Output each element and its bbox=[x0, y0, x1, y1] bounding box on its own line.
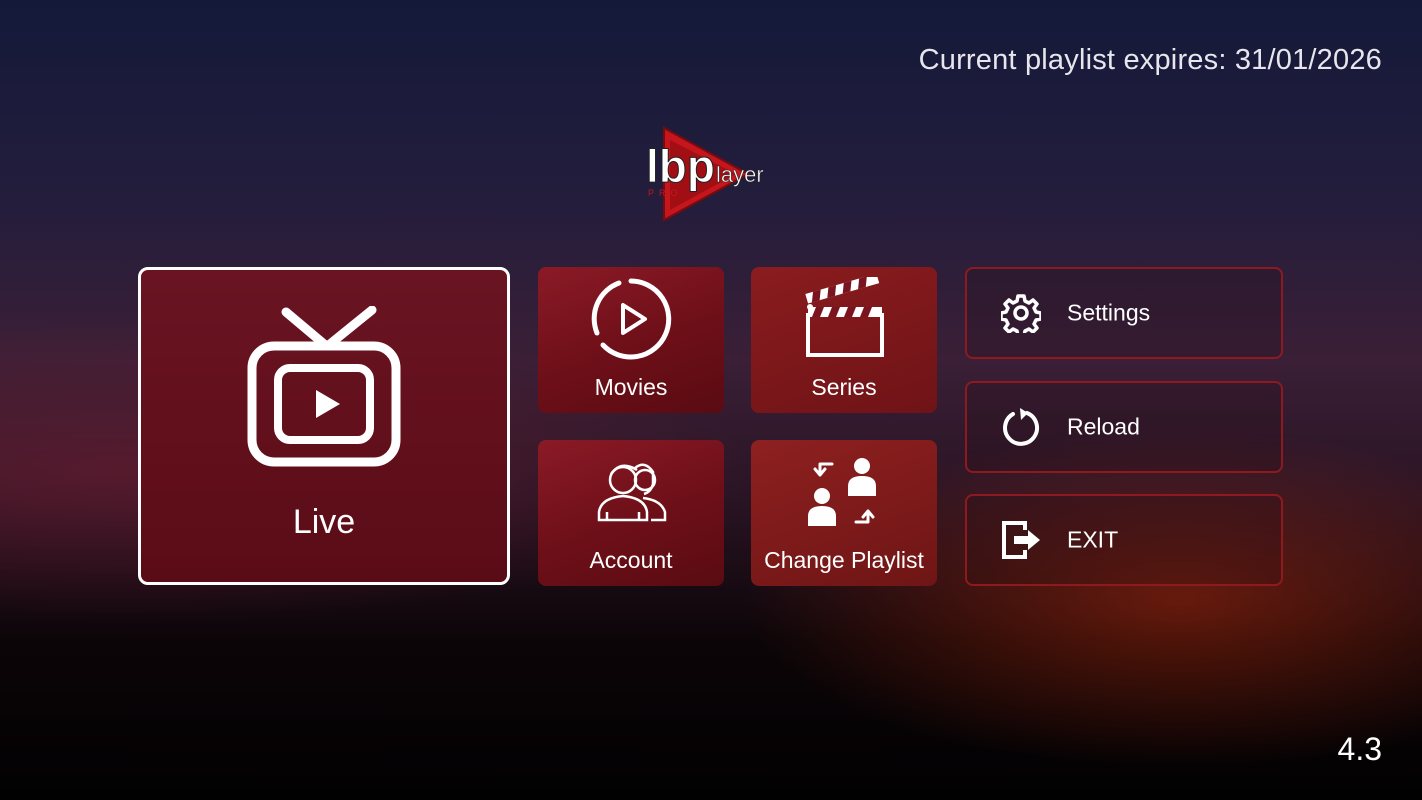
app-version: 4.3 bbox=[1337, 731, 1382, 767]
series-label: Series bbox=[811, 374, 877, 400]
account-label: Account bbox=[589, 547, 673, 573]
logo-text-main: lbp bbox=[646, 140, 715, 192]
reload-icon bbox=[1001, 407, 1041, 447]
series-tile[interactable]: Series bbox=[751, 267, 937, 413]
live-label: Live bbox=[292, 503, 356, 541]
movies-tile[interactable]: Movies bbox=[538, 267, 724, 413]
settings-label: Settings bbox=[1067, 299, 1151, 326]
swap-users-icon bbox=[804, 456, 884, 533]
account-tile[interactable]: Account bbox=[538, 440, 724, 586]
clapperboard-icon bbox=[802, 273, 886, 366]
gear-icon bbox=[999, 293, 1043, 338]
exit-icon bbox=[1001, 520, 1041, 560]
playlist-expiry-text: Current playlist expires: 31/01/2026 bbox=[918, 44, 1382, 76]
change-playlist-tile[interactable]: Change Playlist bbox=[751, 440, 937, 586]
settings-button[interactable]: Settings bbox=[965, 267, 1283, 359]
change-playlist-label: Change Playlist bbox=[764, 547, 924, 573]
logo-text-tail: layer bbox=[716, 162, 764, 187]
movies-label: Movies bbox=[594, 374, 668, 400]
app-logo: lbp PRO layer bbox=[640, 118, 790, 228]
exit-label: EXIT bbox=[1067, 526, 1119, 553]
tv-play-icon bbox=[244, 305, 404, 477]
live-tile[interactable]: Live bbox=[138, 267, 510, 585]
logo-text-sub: PRO bbox=[648, 188, 683, 198]
reload-button[interactable]: Reload bbox=[965, 381, 1283, 473]
users-icon bbox=[591, 454, 671, 531]
exit-button[interactable]: EXIT bbox=[965, 494, 1283, 586]
reload-label: Reload bbox=[1067, 413, 1140, 440]
play-circle-icon bbox=[589, 277, 673, 366]
